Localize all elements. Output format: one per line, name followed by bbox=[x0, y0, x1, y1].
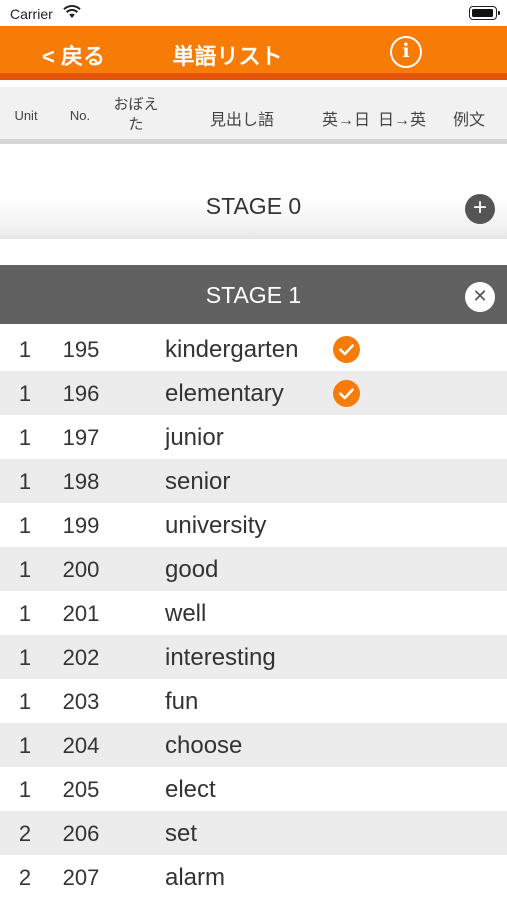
word-unit: 1 bbox=[18, 557, 32, 582]
word-unit: 1 bbox=[18, 513, 32, 538]
word-row[interactable]: 1 199 university bbox=[0, 503, 507, 547]
check-icon[interactable] bbox=[333, 336, 360, 363]
stage0-section[interactable]: STAGE 0 + bbox=[0, 149, 507, 239]
word-unit: 1 bbox=[18, 645, 32, 670]
word-unit: 1 bbox=[18, 381, 32, 406]
page-title: 単語リスト bbox=[0, 39, 507, 71]
word-number: 204 bbox=[62, 733, 100, 758]
info-icon[interactable]: i bbox=[390, 36, 422, 68]
word-headword: fun bbox=[165, 688, 199, 715]
stage0-label: STAGE 0 bbox=[205, 193, 302, 219]
word-number: 199 bbox=[62, 513, 100, 538]
section-gap bbox=[0, 239, 507, 265]
word-unit: 2 bbox=[18, 865, 32, 890]
close-icon[interactable]: ✕ bbox=[465, 282, 495, 312]
word-headword: elementary bbox=[165, 380, 284, 407]
stage1-header[interactable]: STAGE 1 bbox=[0, 265, 507, 324]
status-bar: Carrier bbox=[0, 0, 507, 26]
column-ja-to-en[interactable]: 日→英 bbox=[374, 106, 430, 130]
nav-bar: < 戻る 単語リスト i bbox=[0, 26, 507, 80]
column-learned-line2: た bbox=[128, 116, 144, 133]
word-row[interactable]: 2 206 set bbox=[0, 811, 507, 855]
word-row[interactable]: 1 197 junior bbox=[0, 415, 507, 459]
word-unit: 1 bbox=[18, 425, 32, 450]
word-row[interactable]: 1 205 elect bbox=[0, 767, 507, 811]
word-number: 205 bbox=[62, 777, 100, 802]
column-learned-line1: おぼえ bbox=[113, 96, 159, 113]
word-number: 196 bbox=[62, 381, 100, 406]
column-headword[interactable]: 見出し語 bbox=[194, 106, 290, 130]
word-headword: well bbox=[165, 600, 207, 627]
column-learned[interactable]: おぼえ た bbox=[108, 95, 164, 135]
word-row[interactable]: 1 201 well bbox=[0, 591, 507, 635]
word-number: 203 bbox=[62, 689, 100, 714]
word-row[interactable]: 1 204 choose bbox=[0, 723, 507, 767]
word-headword: junior bbox=[165, 424, 224, 451]
column-en-to-ja[interactable]: 英→日 bbox=[318, 106, 374, 130]
word-number: 200 bbox=[62, 557, 100, 582]
word-row[interactable]: 1 202 interesting bbox=[0, 635, 507, 679]
word-headword: elect bbox=[165, 776, 216, 803]
word-headword: university bbox=[165, 512, 267, 539]
word-unit: 1 bbox=[18, 601, 32, 626]
word-row[interactable]: 1 203 fun bbox=[0, 679, 507, 723]
plus-icon[interactable]: + bbox=[465, 194, 495, 224]
word-number: 206 bbox=[62, 821, 100, 846]
column-unit[interactable]: Unit bbox=[4, 108, 48, 123]
word-row[interactable]: 1 195 kindergarten bbox=[0, 327, 507, 371]
word-list: 1 195 kindergarten 1 196 elementary 1 197 junior… bbox=[0, 327, 507, 899]
word-headword: interesting bbox=[165, 644, 276, 671]
word-number: 202 bbox=[62, 645, 100, 670]
word-number: 207 bbox=[62, 865, 100, 890]
word-headword: choose bbox=[165, 732, 243, 759]
word-headword: good bbox=[165, 556, 219, 583]
wifi-icon bbox=[63, 5, 81, 18]
word-unit: 1 bbox=[18, 733, 32, 758]
word-row[interactable]: 1 196 elementary bbox=[0, 371, 507, 415]
column-no[interactable]: No. bbox=[60, 108, 100, 123]
column-header: Unit No. おぼえ た 見出し語 英→日 日→英 例文 bbox=[0, 87, 507, 144]
word-headword: alarm bbox=[165, 864, 226, 891]
stage1-label: STAGE 1 bbox=[205, 282, 302, 308]
word-unit: 1 bbox=[18, 777, 32, 802]
word-headword: senior bbox=[165, 468, 231, 495]
word-number: 198 bbox=[62, 469, 100, 494]
word-unit: 1 bbox=[18, 689, 32, 714]
word-headword: kindergarten bbox=[165, 336, 299, 363]
battery-icon bbox=[469, 6, 500, 20]
word-unit: 1 bbox=[18, 337, 32, 362]
word-headword: set bbox=[165, 820, 198, 847]
word-row[interactable]: 1 198 senior bbox=[0, 459, 507, 503]
word-number: 195 bbox=[62, 337, 100, 362]
word-row[interactable]: 1 200 good bbox=[0, 547, 507, 591]
check-icon[interactable] bbox=[333, 380, 360, 407]
word-row[interactable]: 2 207 alarm bbox=[0, 855, 507, 899]
page-title-text: 単語リスト bbox=[172, 44, 283, 69]
word-number: 201 bbox=[62, 601, 100, 626]
word-number: 197 bbox=[62, 425, 100, 450]
column-example[interactable]: 例文 bbox=[446, 106, 492, 130]
carrier-label: Carrier bbox=[10, 6, 53, 22]
word-unit: 2 bbox=[18, 821, 32, 846]
word-unit: 1 bbox=[18, 469, 32, 494]
